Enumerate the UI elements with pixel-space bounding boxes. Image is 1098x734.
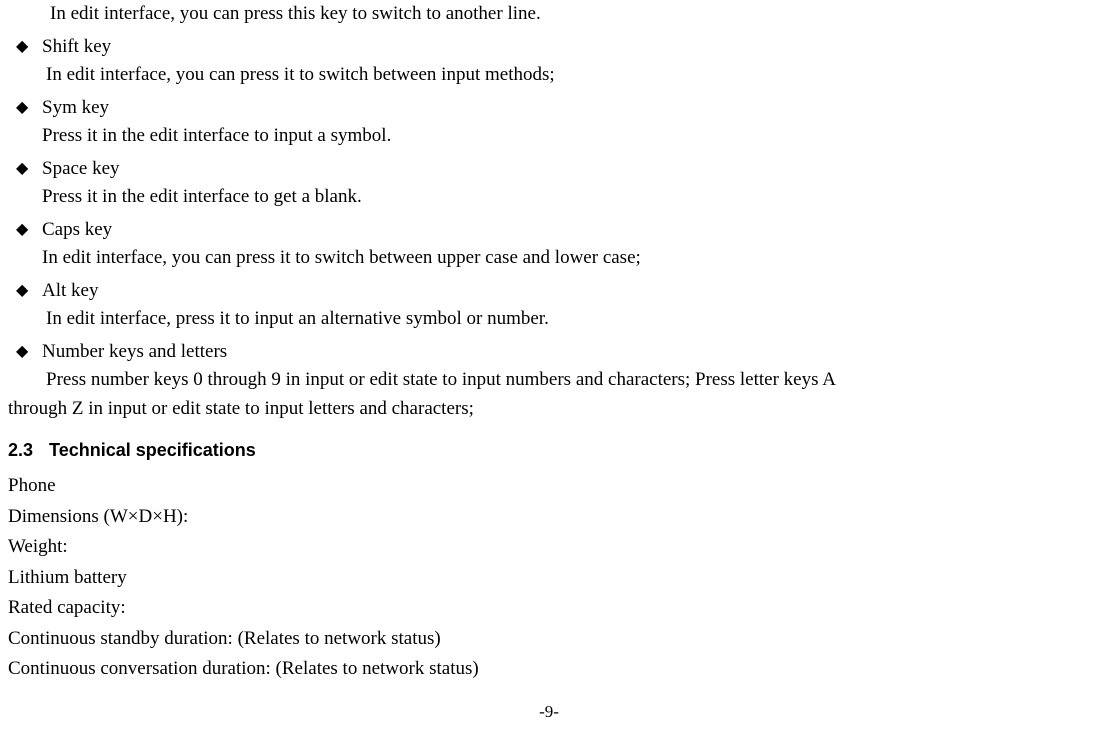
diamond-icon: ◆ — [8, 94, 42, 122]
spec-line: Weight: — [8, 533, 1090, 562]
bullet-item: ◆ Alt key In edit interface, press it to… — [8, 277, 1090, 334]
bullet-desc: Press it in the edit interface to input … — [42, 122, 1090, 151]
bullet-body: Space key Press it in the edit interface… — [42, 155, 1090, 212]
bullet-body: Shift key In edit interface, you can pre… — [42, 33, 1090, 90]
bullet-item: ◆ Caps key In edit interface, you can pr… — [8, 216, 1090, 273]
bullet-desc: In edit interface, press it to input an … — [42, 305, 1090, 334]
bullet-desc: Press it in the edit interface to get a … — [42, 183, 1090, 212]
spec-line: Lithium battery — [8, 564, 1090, 593]
spec-line: Rated capacity: — [8, 594, 1090, 623]
spec-line: Phone — [8, 472, 1090, 501]
diamond-icon: ◆ — [8, 155, 42, 183]
diamond-icon: ◆ — [8, 338, 42, 366]
spec-line: Continuous conversation duration: (Relat… — [8, 655, 1090, 684]
bullet-desc: In edit interface, you can press it to s… — [42, 61, 1090, 90]
bullet-desc-continuation: through Z in input or edit state to inpu… — [8, 395, 1090, 424]
bullet-title: Space key — [42, 155, 1090, 184]
spec-line: Dimensions (W×D×H): — [8, 503, 1090, 532]
bullet-body: Alt key In edit interface, press it to i… — [42, 277, 1090, 334]
diamond-icon: ◆ — [8, 216, 42, 244]
bullet-title: Alt key — [42, 277, 1090, 306]
bullet-body: Caps key In edit interface, you can pres… — [42, 216, 1090, 273]
section-number: 2.3 — [8, 440, 33, 460]
diamond-icon: ◆ — [8, 277, 42, 305]
spec-line: Continuous standby duration: (Relates to… — [8, 625, 1090, 654]
bullet-desc: Press number keys 0 through 9 in input o… — [42, 366, 1090, 395]
bullet-title: Number keys and letters — [42, 338, 1090, 367]
page-number: -9- — [0, 699, 1098, 725]
bullet-body: Number keys and letters Press number key… — [42, 338, 1090, 395]
bullet-title: Caps key — [42, 216, 1090, 245]
section-title: Technical specifications — [49, 440, 256, 460]
bullet-desc: In edit interface, you can press it to s… — [42, 244, 1090, 273]
bullet-item: ◆ Number keys and letters Press number k… — [8, 338, 1090, 395]
bullet-item: ◆ Space key Press it in the edit interfa… — [8, 155, 1090, 212]
bullet-body: Sym key Press it in the edit interface t… — [42, 94, 1090, 151]
diamond-icon: ◆ — [8, 33, 42, 61]
bullet-item: ◆ Sym key Press it in the edit interface… — [8, 94, 1090, 151]
bullet-title: Shift key — [42, 33, 1090, 62]
bullet-item: ◆ Shift key In edit interface, you can p… — [8, 33, 1090, 90]
section-heading: 2.3 Technical specifications — [8, 437, 1090, 464]
intro-line: In edit interface, you can press this ke… — [8, 0, 1090, 29]
bullet-title: Sym key — [42, 94, 1090, 123]
page-content: In edit interface, you can press this ke… — [0, 0, 1098, 684]
